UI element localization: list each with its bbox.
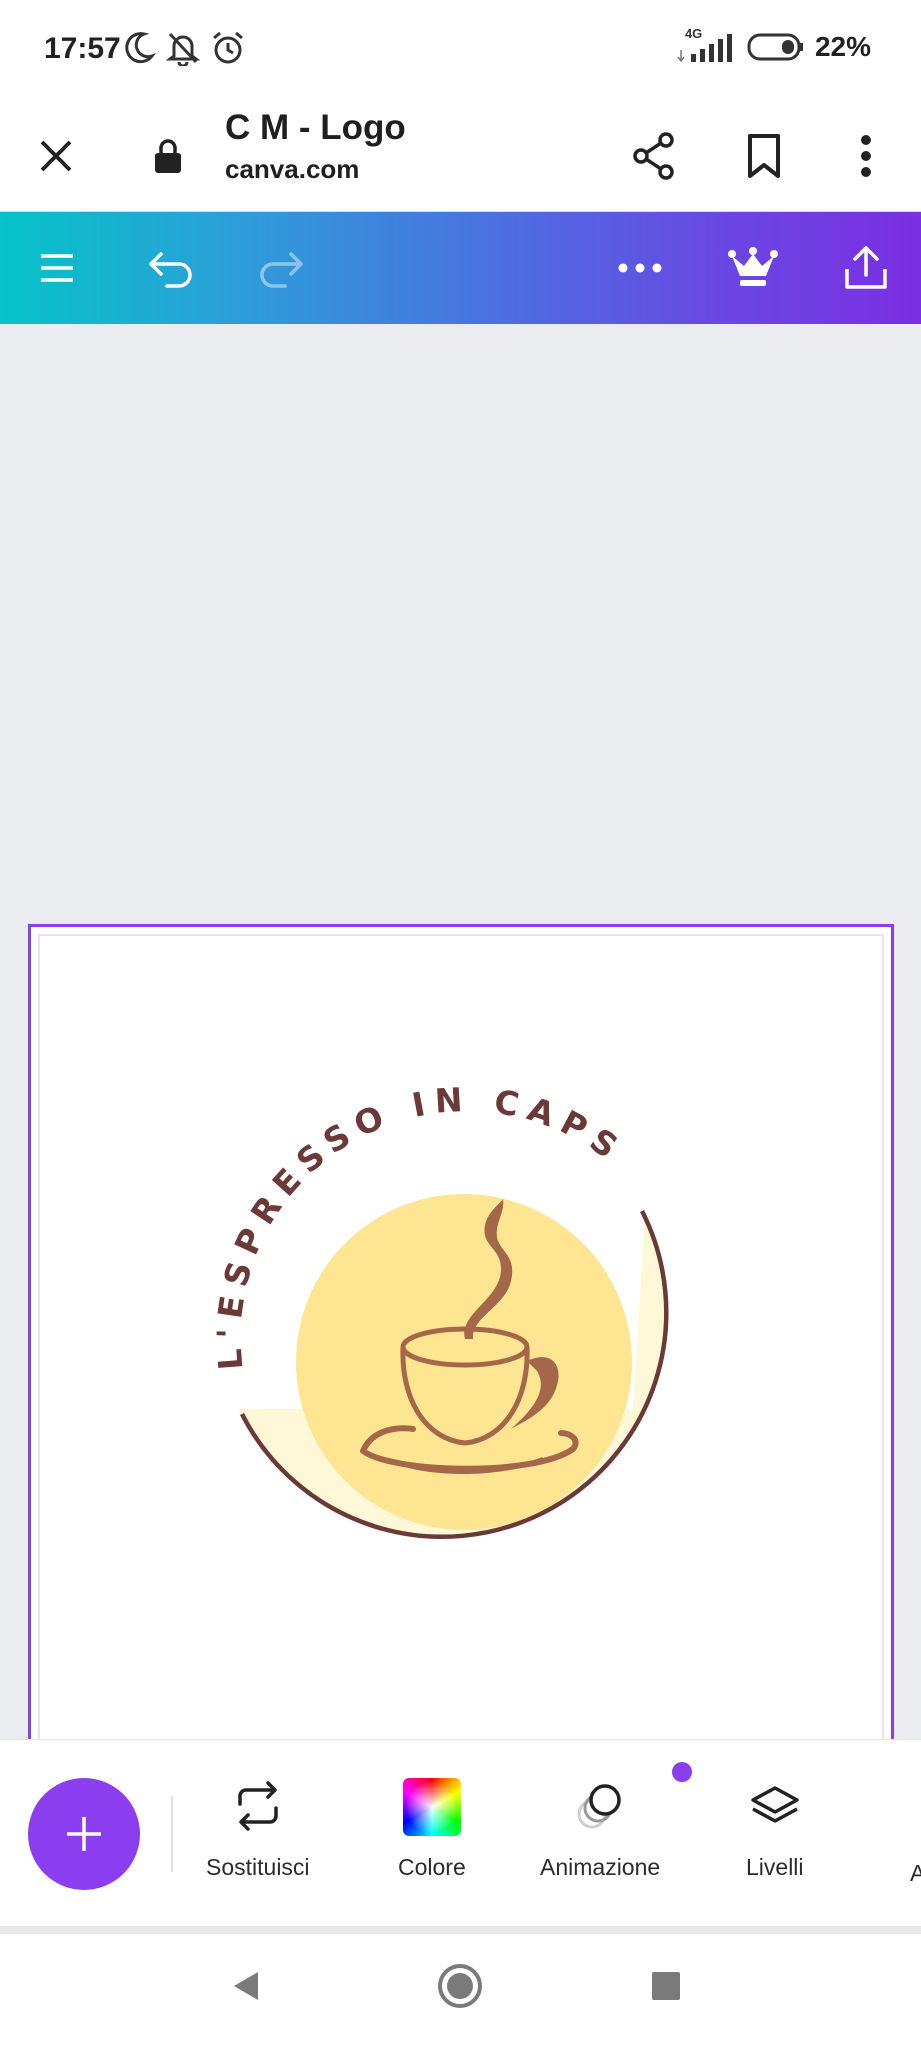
nav-home-button[interactable]: [428, 1954, 492, 2018]
battery-icon: [747, 33, 803, 61]
editor-toolbar: [0, 212, 921, 324]
tool-color-label: Colore: [398, 1854, 466, 1880]
status-time: 17:57: [44, 32, 121, 65]
add-element-button[interactable]: [28, 1778, 140, 1890]
back-triangle-icon: [234, 1972, 258, 2000]
home-circle-icon: [438, 1964, 482, 2008]
animation-notification-dot: [672, 1762, 692, 1782]
page-title: C M - Logo: [225, 108, 406, 147]
layers-icon: [751, 1786, 799, 1823]
premium-button[interactable]: [722, 240, 784, 296]
more-horizontal-icon: [618, 263, 662, 273]
export-button[interactable]: [836, 238, 896, 298]
alarm-icon: [213, 31, 243, 64]
bookmark-button[interactable]: [736, 124, 792, 188]
tool-replace[interactable]: Sostituisci: [206, 1778, 310, 1881]
signal-icon: [677, 34, 732, 63]
status-icons-left: [124, 30, 246, 66]
system-nav-bar: [0, 1934, 921, 2048]
redo-icon: [260, 252, 303, 288]
status-bar: 17:57 4G 22%: [0, 0, 921, 100]
page-url: canva.com: [225, 154, 360, 184]
moon-icon: [125, 32, 156, 64]
close-icon: [40, 140, 72, 172]
lock-icon-wrap[interactable]: [146, 130, 190, 182]
crown-icon: [728, 247, 778, 286]
replace-icon: [238, 1781, 278, 1831]
browser-bar: C M - Logo canva.com: [0, 100, 921, 212]
design-page[interactable]: L'ESPRESSO IN CAPSULE: [28, 924, 894, 1787]
undo-icon: [149, 252, 192, 288]
share-button[interactable]: [624, 124, 684, 188]
battery-percentage: 22%: [814, 31, 871, 62]
more-actions-button[interactable]: [610, 240, 670, 296]
tool-animation-label: Animazione: [540, 1854, 661, 1880]
hamburger-menu-icon: [41, 254, 73, 282]
tool-layers[interactable]: Livelli: [746, 1778, 804, 1881]
status-icons-right: 4G 22%: [677, 26, 871, 64]
logo-graphic[interactable]: L'ESPRESSO IN CAPSULE: [33, 929, 879, 1772]
bottom-toolbar: Sostituisci Colore Animazione Livelli A: [0, 1739, 921, 1929]
tool-layers-label: Livelli: [746, 1854, 804, 1880]
recents-square-icon: [652, 1972, 680, 2000]
bookmark-icon: [748, 134, 780, 178]
toolbar-divider: [171, 1796, 173, 1872]
plus-icon: [67, 1817, 101, 1851]
redo-button[interactable]: [250, 240, 312, 296]
menu-button[interactable]: [30, 240, 84, 296]
animation-icon: [577, 1784, 621, 1829]
more-options-button[interactable]: [846, 124, 886, 188]
tool-overflow-label[interactable]: A: [910, 1860, 921, 1887]
network-indicator: 4G: [677, 26, 737, 64]
more-vertical-icon: [861, 135, 871, 177]
tool-replace-label: Sostituisci: [206, 1854, 310, 1880]
undo-button[interactable]: [140, 240, 202, 296]
lock-icon: [155, 139, 181, 173]
yellow-circle: [296, 1194, 632, 1530]
tool-animation[interactable]: Animazione: [540, 1778, 660, 1881]
upload-icon: [845, 246, 887, 289]
nav-back-button[interactable]: [216, 1956, 276, 2016]
tool-color[interactable]: Colore: [398, 1778, 466, 1881]
share-icon: [633, 132, 674, 180]
close-tab-button[interactable]: [28, 128, 84, 184]
nav-recents-button[interactable]: [636, 1956, 696, 2016]
bottom-separator: [0, 1926, 921, 1934]
design-canvas[interactable]: L'ESPRESSO IN CAPSULE: [0, 324, 921, 1787]
bell-off-icon: [166, 32, 200, 66]
color-swatch-icon: [402, 1778, 461, 1836]
design-page-inner: L'ESPRESSO IN CAPSULE: [33, 929, 884, 1777]
